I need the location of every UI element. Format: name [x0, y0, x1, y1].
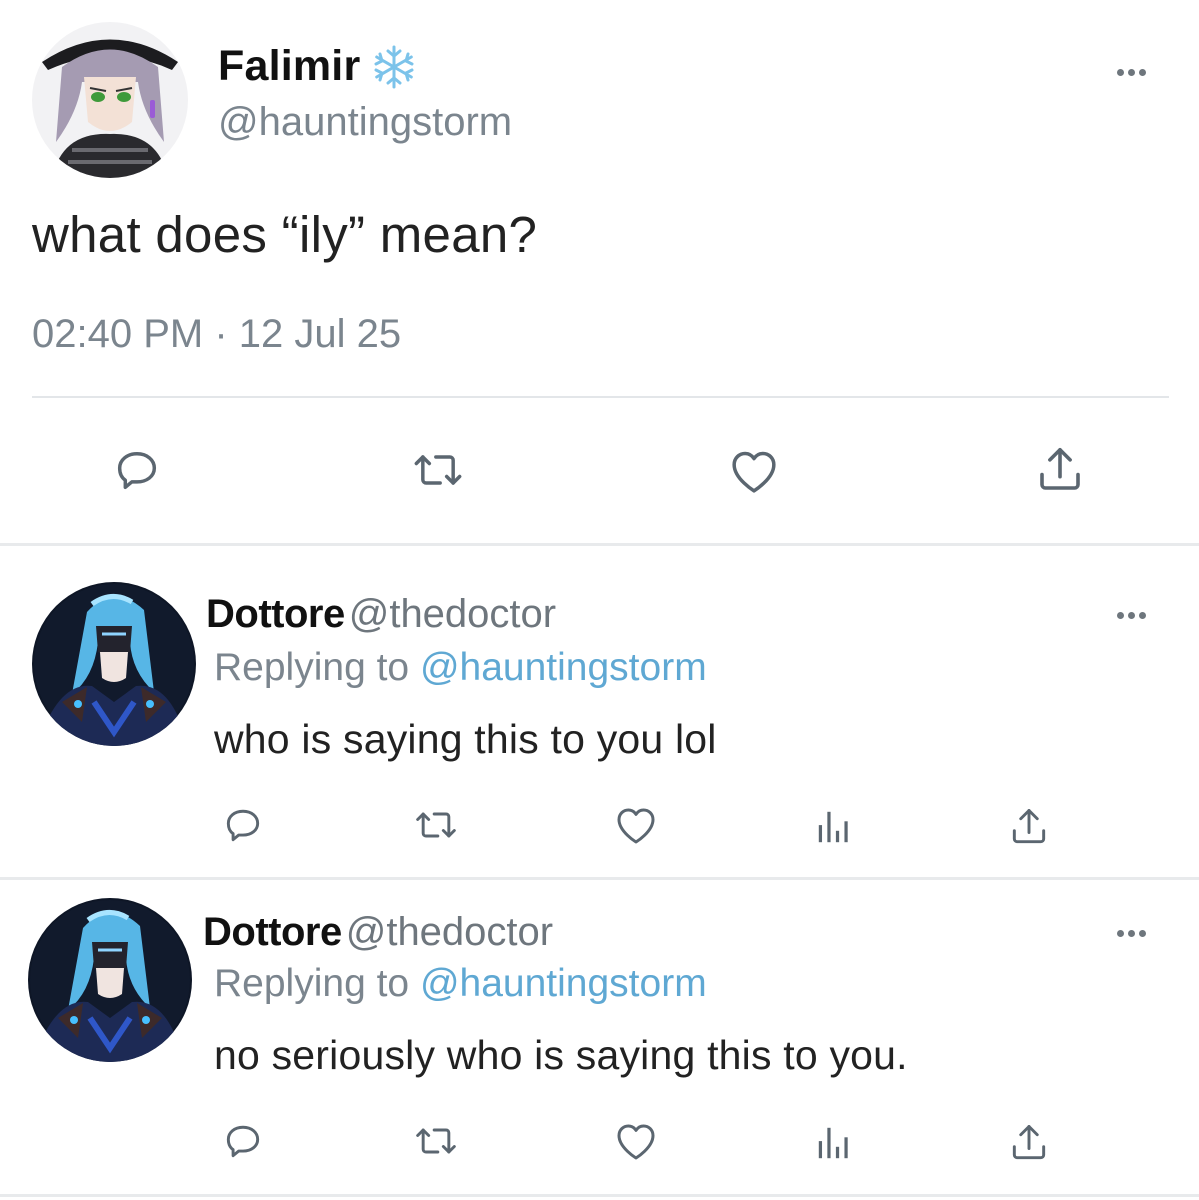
replying-to-label: Replying to: [214, 646, 420, 689]
mention-link[interactable]: @hauntingstorm: [420, 646, 707, 689]
display-name[interactable]: Falimir: [218, 42, 418, 91]
divider: [0, 1194, 1199, 1197]
analytics-icon[interactable]: [812, 1120, 856, 1166]
user-handle[interactable]: @hauntingstorm: [218, 100, 512, 145]
like-icon[interactable]: [608, 1114, 664, 1168]
display-name[interactable]: Dottore: [203, 910, 342, 954]
more-options-button[interactable]: [1117, 605, 1146, 625]
retweet-icon[interactable]: [408, 800, 464, 850]
user-handle[interactable]: @thedoctor: [349, 592, 556, 636]
avatar[interactable]: [32, 22, 188, 178]
divider: [0, 877, 1199, 880]
display-name[interactable]: Dottore: [206, 592, 345, 636]
divider: [32, 396, 1169, 398]
snowflake-icon: [370, 43, 418, 91]
avatar-image: [32, 22, 188, 178]
share-icon[interactable]: [1004, 1118, 1054, 1168]
reply-text: who is saying this to you lol: [214, 716, 717, 762]
reply-icon[interactable]: [218, 1116, 268, 1166]
divider: [0, 543, 1199, 546]
reply-header: Dottore @thedoctor: [206, 592, 556, 637]
like-icon[interactable]: [608, 798, 664, 852]
avatar-image: [32, 582, 196, 746]
reply-header: Dottore @thedoctor: [203, 910, 553, 955]
replying-to-label: Replying to: [214, 962, 420, 1005]
user-handle[interactable]: @thedoctor: [346, 910, 553, 954]
share-icon[interactable]: [1030, 440, 1090, 500]
replying-to: Replying to @hauntingstorm: [214, 646, 707, 690]
retweet-icon[interactable]: [406, 440, 470, 500]
avatar[interactable]: [32, 582, 196, 746]
like-icon[interactable]: [722, 440, 786, 502]
avatar[interactable]: [28, 898, 192, 1062]
retweet-icon[interactable]: [408, 1116, 464, 1166]
more-options-button[interactable]: [1117, 923, 1146, 943]
reply-text: no seriously who is saying this to you.: [214, 1032, 908, 1078]
reply-icon[interactable]: [107, 440, 167, 500]
replying-to: Replying to @hauntingstorm: [214, 962, 707, 1006]
reply-icon[interactable]: [218, 800, 268, 850]
more-options-button[interactable]: [1117, 62, 1146, 82]
tweet-timestamp[interactable]: 02:40 PM · 12 Jul 25: [32, 312, 401, 357]
display-name-text[interactable]: Falimir: [218, 42, 360, 91]
avatar-image: [28, 898, 192, 1062]
tweet-text: what does “ily” mean?: [32, 206, 538, 263]
share-icon[interactable]: [1004, 802, 1054, 852]
analytics-icon[interactable]: [812, 804, 856, 850]
mention-link[interactable]: @hauntingstorm: [420, 962, 707, 1005]
